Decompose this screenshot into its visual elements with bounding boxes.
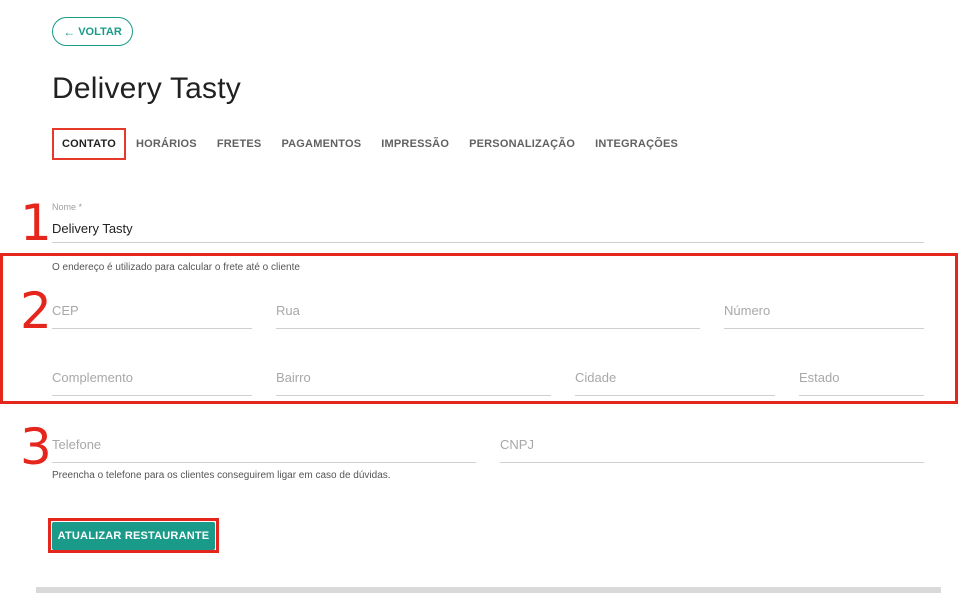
- state-input[interactable]: Estado: [799, 367, 924, 396]
- street-placeholder: Rua: [276, 303, 300, 318]
- complement-placeholder: Complemento: [52, 370, 133, 385]
- name-field-label: Nome *: [52, 202, 83, 212]
- complement-input[interactable]: Complemento: [52, 367, 252, 396]
- city-placeholder: Cidade: [575, 370, 617, 385]
- back-button[interactable]: ← VOLTAR: [52, 17, 133, 46]
- cep-input[interactable]: CEP: [52, 300, 252, 329]
- tab-contato[interactable]: CONTATO: [52, 128, 126, 160]
- phone-placeholder: Telefone: [52, 437, 102, 452]
- cnpj-placeholder: CNPJ: [500, 437, 534, 452]
- neighborhood-placeholder: Bairro: [276, 370, 311, 385]
- state-placeholder: Estado: [799, 370, 840, 385]
- arrow-left-icon: ←: [63, 24, 76, 39]
- phone-hint: Preencha o telefone para os clientes con…: [52, 470, 391, 481]
- tab-personalizacao[interactable]: PERSONALIZAÇÃO: [459, 128, 585, 160]
- tab-pagamentos[interactable]: PAGAMENTOS: [271, 128, 371, 160]
- address-hint: O endereço é utilizado para calcular o f…: [52, 262, 300, 273]
- name-field-value: Delivery Tasty: [52, 221, 133, 236]
- bottom-divider: [36, 587, 941, 593]
- cep-placeholder: CEP: [52, 303, 79, 318]
- annotation-number-1: 1: [20, 194, 52, 252]
- page-title: Delivery Tasty: [52, 72, 241, 105]
- tab-horarios[interactable]: HORÁRIOS: [126, 128, 207, 160]
- back-button-label: VOLTAR: [78, 25, 122, 38]
- tab-fretes[interactable]: FRETES: [207, 128, 272, 160]
- number-input[interactable]: Número: [724, 300, 924, 329]
- city-input[interactable]: Cidade: [575, 367, 775, 396]
- tab-integracoes[interactable]: INTEGRAÇÕES: [585, 128, 688, 160]
- number-placeholder: Número: [724, 303, 771, 318]
- tab-impressao[interactable]: IMPRESSÃO: [371, 128, 459, 160]
- annotation-number-3: 3: [20, 418, 52, 476]
- name-field[interactable]: Nome * Delivery Tasty: [52, 202, 924, 243]
- tabs-bar: CONTATO HORÁRIOS FRETES PAGAMENTOS IMPRE…: [52, 128, 688, 160]
- update-restaurant-button[interactable]: ATUALIZAR RESTAURANTE: [52, 522, 215, 550]
- street-input[interactable]: Rua: [276, 300, 700, 329]
- neighborhood-input[interactable]: Bairro: [276, 367, 551, 396]
- phone-input[interactable]: Telefone: [52, 434, 476, 463]
- cnpj-input[interactable]: CNPJ: [500, 434, 924, 463]
